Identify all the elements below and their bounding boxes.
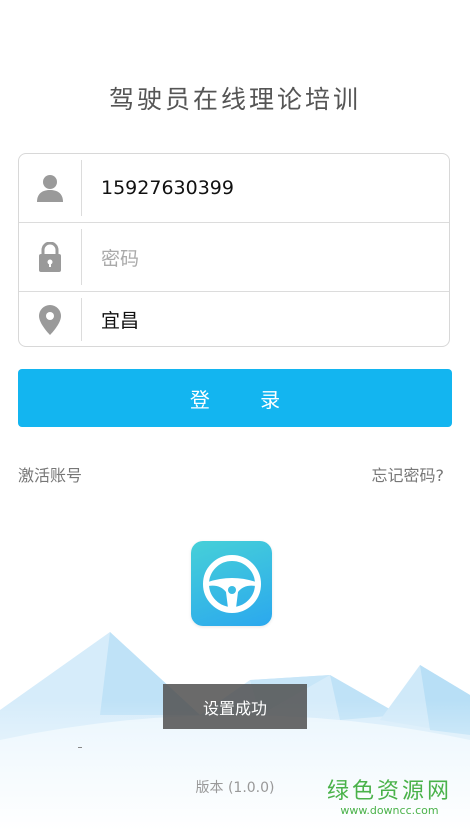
watermark-logo: 绿色资源网 www.downcc.com [327,780,452,818]
dash-mark [78,747,82,748]
login-form: 15927630399 密码 宜昌 [18,153,450,347]
app-logo [191,541,272,626]
password-row[interactable]: 密码 [19,223,449,291]
city-select[interactable]: 宜昌 [101,292,139,346]
watermark-url: www.downcc.com [340,804,439,817]
password-input[interactable]: 密码 [101,223,139,291]
forgot-password-link[interactable]: 忘记密码? [372,462,445,486]
activate-account-link[interactable]: 激活账号 [18,462,82,486]
user-icon [19,154,81,222]
watermark-brand: 绿色资源网 [326,779,452,804]
location-pin-icon [19,292,81,346]
field-divider [81,229,82,285]
phone-row[interactable]: 15927630399 [19,154,449,222]
field-divider [81,160,82,216]
lock-icon [19,223,81,291]
toast-message: 设置成功 [163,684,307,729]
phone-input[interactable]: 15927630399 [101,154,234,222]
city-row[interactable]: 宜昌 [19,292,449,346]
page-title: 驾驶员在线理论培训 [108,85,361,114]
steering-wheel-icon [202,554,261,613]
login-button[interactable]: 登 录 [18,369,452,427]
field-divider [81,298,82,341]
